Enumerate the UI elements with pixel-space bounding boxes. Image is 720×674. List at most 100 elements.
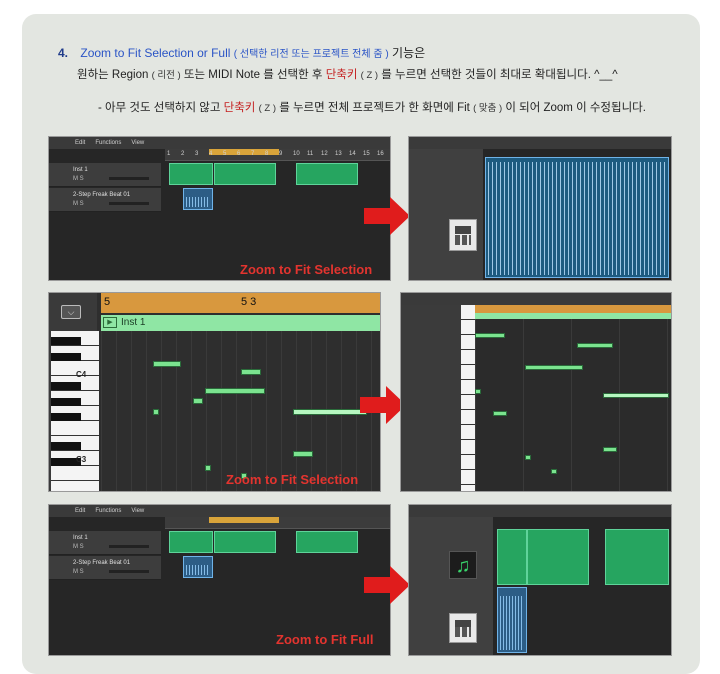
midi-note[interactable] [205, 465, 211, 471]
drum-machine-plugin-icon[interactable] [449, 613, 477, 643]
midi-note[interactable] [153, 409, 159, 415]
track-header-inst1[interactable]: Inst 1 M S [49, 163, 161, 187]
track-header-audio[interactable]: 2-Step Freak Beat 01 M S [49, 188, 161, 212]
arrow-right-icon [364, 197, 410, 235]
region-name: Inst 1 [121, 317, 146, 328]
midi-note-selected[interactable] [603, 393, 669, 398]
collapse-button[interactable]: ⌵ [61, 305, 81, 319]
midi-region[interactable] [296, 163, 358, 185]
midi-region[interactable] [605, 529, 669, 585]
midi-note[interactable] [525, 455, 531, 460]
midi-note[interactable] [525, 365, 583, 370]
piano-roll-before: ⌵ 5 5 3 ▶ Inst 1 C4 C3 [48, 292, 381, 492]
audio-region-zoomed[interactable] [485, 157, 669, 278]
audio-region[interactable] [183, 556, 213, 578]
black-key[interactable] [51, 382, 81, 390]
menu-view[interactable]: View [131, 508, 144, 514]
music-note-icon[interactable]: ♫ [449, 551, 477, 579]
black-key[interactable] [51, 353, 81, 361]
note-key: ( Z ) [258, 103, 276, 114]
cycle-region[interactable] [209, 517, 279, 523]
inspector-panel [409, 149, 483, 280]
menu-bar: Edit Functions View [49, 137, 390, 149]
cycle-region[interactable] [209, 149, 279, 155]
note-grid[interactable] [475, 319, 671, 491]
black-key[interactable] [51, 442, 81, 450]
ruler-tick: 1 [167, 151, 171, 157]
midi-note[interactable] [205, 388, 265, 394]
menu-functions[interactable]: Functions [95, 508, 121, 514]
volume-fader[interactable] [109, 570, 149, 573]
midi-region[interactable] [497, 529, 527, 585]
bar-label: 5 3 [241, 296, 257, 308]
audio-region[interactable] [497, 587, 527, 653]
menu-edit[interactable]: Edit [75, 508, 85, 514]
volume-fader[interactable] [109, 545, 149, 548]
midi-note-selected[interactable] [293, 409, 367, 415]
piano-roll-after [400, 292, 672, 492]
note-shortcut: 단축키 [223, 102, 256, 114]
menu-view[interactable]: View [131, 140, 144, 146]
note-line: - 아무 것도 선택하지 않고 단축키 ( Z ) 를 누르면 전체 프로젝트가… [98, 99, 646, 115]
midi-region[interactable] [169, 163, 213, 185]
ruler-tick: 14 [349, 151, 356, 157]
mute-solo-buttons[interactable]: M S [73, 201, 84, 207]
section-suffix: 기능은 [392, 46, 426, 60]
region-header[interactable]: ▶ Inst 1 [101, 315, 380, 331]
ruler-tick: 4 [209, 151, 213, 157]
timeline-ruler[interactable]: 1 2 3 4 5 6 7 8 9 10 11 12 13 14 15 16 [165, 149, 390, 161]
track-name: Inst 1 [73, 167, 88, 173]
mute-solo-buttons[interactable]: M S [73, 544, 84, 550]
drum-machine-plugin-icon[interactable] [449, 219, 477, 251]
midi-note[interactable] [551, 469, 557, 474]
midi-note[interactable] [193, 398, 203, 404]
midi-region[interactable] [527, 529, 589, 585]
midi-region[interactable] [169, 531, 213, 553]
note-fit-kr: ( 맞춤 ) [473, 103, 503, 114]
track-name: Inst 1 [73, 535, 88, 541]
menu-bar [409, 505, 671, 517]
ruler-tick: 12 [321, 151, 328, 157]
mute-solo-buttons[interactable]: M S [73, 569, 84, 575]
midi-region[interactable] [214, 531, 276, 553]
track-header-audio[interactable]: 2-Step Freak Beat 01 M S [49, 556, 161, 580]
midi-region[interactable] [296, 531, 358, 553]
desc-part1: 원하는 Region [77, 69, 149, 81]
ruler-tick: 11 [307, 151, 314, 157]
play-icon[interactable]: ▶ [103, 317, 117, 328]
black-key[interactable] [51, 337, 81, 345]
track-header-inst1[interactable]: Inst 1 M S [49, 531, 161, 555]
volume-fader[interactable] [109, 177, 149, 180]
black-key[interactable] [51, 398, 81, 406]
bar-ruler[interactable]: 5 5 3 [101, 293, 380, 313]
midi-region[interactable] [214, 163, 276, 185]
midi-note[interactable] [153, 361, 181, 367]
ruler-tick: 2 [181, 151, 185, 157]
audio-region[interactable] [183, 188, 213, 210]
midi-note[interactable] [475, 333, 505, 338]
midi-note[interactable] [603, 447, 617, 452]
midi-note[interactable] [577, 343, 613, 348]
midi-note[interactable] [493, 411, 507, 416]
arrange-screenshot-full-after: ♫ [408, 504, 672, 656]
menu-functions[interactable]: Functions [95, 140, 121, 146]
midi-note[interactable] [241, 369, 261, 375]
midi-note[interactable] [293, 451, 313, 457]
track-name: 2-Step Freak Beat 01 [73, 560, 131, 566]
ruler-tick: 16 [377, 151, 384, 157]
piano-roll-inspector [401, 305, 461, 491]
mute-solo-buttons[interactable]: M S [73, 176, 84, 182]
ruler-tick: 6 [237, 151, 241, 157]
volume-fader[interactable] [109, 202, 149, 205]
timeline-ruler[interactable] [165, 517, 390, 529]
desc-part2: 또는 MIDI Note 를 선택한 후 [183, 69, 323, 81]
menu-bar [409, 137, 671, 149]
menu-edit[interactable]: Edit [75, 140, 85, 146]
ruler-tick: 7 [251, 151, 255, 157]
bar-ruler[interactable] [475, 305, 671, 313]
ruler-tick: 15 [363, 151, 370, 157]
piano-keyboard[interactable] [461, 305, 475, 491]
midi-note[interactable] [475, 389, 481, 394]
key-label-c3: C3 [76, 455, 87, 464]
black-key[interactable] [51, 413, 81, 421]
